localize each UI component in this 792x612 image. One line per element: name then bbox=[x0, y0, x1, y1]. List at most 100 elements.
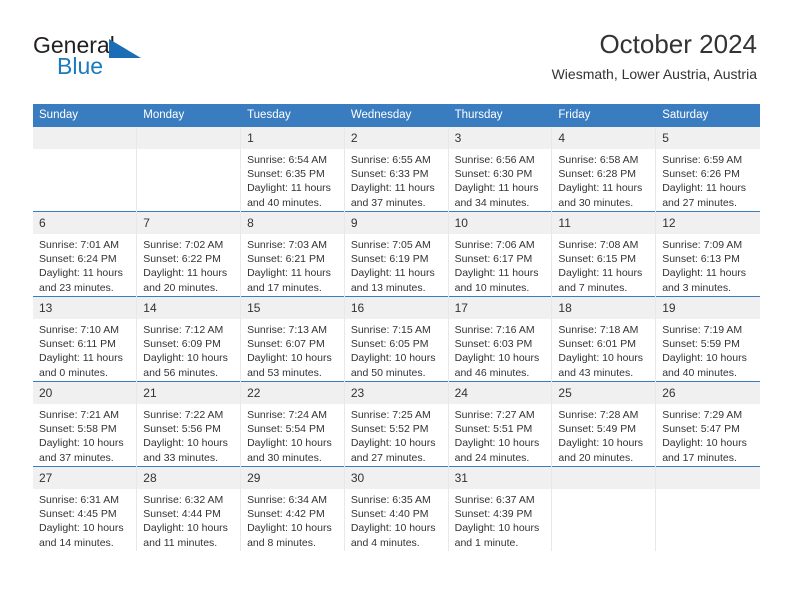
logo-text-blue: Blue bbox=[57, 53, 104, 79]
calendar-day-cell[interactable]: 13 Sunrise: 7:10 AM Sunset: 6:11 PM Dayligh… bbox=[33, 296, 138, 382]
calendar-day-cell[interactable]: 1 Sunrise: 6:54 AM Sunset: 6:35 PM Daylight… bbox=[240, 127, 345, 212]
day-details: Sunrise: 7:01 AM Sunset: 6:24 PM Daylight:… bbox=[33, 234, 136, 295]
calendar-day-cell[interactable]: 6 Sunrise: 7:01 AM Sunset: 6:24 PM Daylight… bbox=[33, 211, 138, 297]
sunrise-text: Sunrise: 6:34 AM bbox=[247, 494, 328, 506]
day-details: Sunrise: 7:24 AM Sunset: 5:54 PM Daylight:… bbox=[241, 404, 344, 465]
day-number: 17 bbox=[448, 297, 552, 319]
calendar-day-cell[interactable]: 22 Sunrise: 7:24 AM Sunset: 5:54 PM Dayligh… bbox=[240, 381, 345, 467]
calendar-week-row: 6 Sunrise: 7:01 AM Sunset: 6:24 PM Daylight… bbox=[33, 211, 760, 297]
calendar-day-cell[interactable]: 11 Sunrise: 7:08 AM Sunset: 6:15 PM Dayligh… bbox=[551, 211, 657, 297]
day-number: 31 bbox=[448, 467, 552, 489]
calendar-day-cell[interactable]: 14 Sunrise: 7:12 AM Sunset: 6:09 PM Dayligh… bbox=[136, 296, 242, 382]
day-number: 18 bbox=[552, 297, 656, 319]
sunset-text: Sunset: 6:09 PM bbox=[143, 338, 221, 351]
weekday-header-saturday: Saturday bbox=[655, 104, 760, 127]
sunset-text: Sunset: 4:45 PM bbox=[39, 508, 117, 521]
day-details: Sunrise: 7:15 AM Sunset: 6:05 PM Daylight:… bbox=[345, 319, 448, 380]
day-number: 22 bbox=[241, 382, 344, 404]
calendar-day-cell[interactable]: 26 Sunrise: 7:29 AM Sunset: 5:47 PM Dayligh… bbox=[655, 381, 760, 467]
daylight-text: Daylight: 10 hours and 24 minutes. bbox=[454, 437, 540, 464]
weekday-header-sunday: Sunday bbox=[33, 104, 138, 127]
calendar-day-cell[interactable]: 27 Sunrise: 6:31 AM Sunset: 4:45 PM Dayligh… bbox=[33, 466, 138, 551]
calendar-day-cell[interactable]: 12 Sunrise: 7:09 AM Sunset: 6:13 PM Dayligh… bbox=[655, 211, 760, 297]
day-number: 27 bbox=[33, 467, 137, 489]
calendar-day-cell[interactable]: 25 Sunrise: 7:28 AM Sunset: 5:49 PM Dayligh… bbox=[551, 381, 657, 467]
day-details: Sunrise: 7:10 AM Sunset: 6:11 PM Daylight:… bbox=[33, 319, 136, 380]
daylight-text: Daylight: 10 hours and 27 minutes. bbox=[350, 437, 436, 464]
calendar-day-cell[interactable]: 4 Sunrise: 6:58 AM Sunset: 6:28 PM Daylight… bbox=[551, 127, 657, 212]
day-details: Sunrise: 7:19 AM Sunset: 5:59 PM Daylight:… bbox=[656, 319, 759, 380]
calendar-day-cell-empty bbox=[33, 127, 138, 212]
weekday-header-row: Sunday Monday Tuesday Wednesday Thursday… bbox=[33, 104, 760, 127]
sunset-text: Sunset: 4:44 PM bbox=[143, 508, 221, 521]
sunset-text: Sunset: 6:21 PM bbox=[247, 253, 325, 266]
location-subtitle: Wiesmath, Lower Austria, Austria bbox=[551, 66, 757, 82]
calendar-day-cell[interactable]: 10 Sunrise: 7:06 AM Sunset: 6:17 PM Dayligh… bbox=[448, 211, 553, 297]
calendar-day-cell[interactable]: 20 Sunrise: 7:21 AM Sunset: 5:58 PM Dayligh… bbox=[33, 381, 138, 467]
daylight-text: Daylight: 10 hours and 4 minutes. bbox=[350, 522, 436, 549]
sunset-text: Sunset: 6:03 PM bbox=[454, 338, 533, 351]
day-details: Sunrise: 6:56 AM Sunset: 6:30 PM Daylight:… bbox=[449, 149, 552, 210]
sunset-text: Sunset: 6:11 PM bbox=[39, 338, 116, 351]
sunrise-text: Sunrise: 7:15 AM bbox=[350, 324, 431, 336]
logo-triangle-icon bbox=[109, 39, 141, 58]
day-details: Sunrise: 6:32 AM Sunset: 4:44 PM Daylight:… bbox=[137, 489, 240, 550]
calendar-day-cell[interactable]: 17 Sunrise: 7:16 AM Sunset: 6:03 PM Dayligh… bbox=[448, 296, 553, 382]
sunset-text: Sunset: 6:26 PM bbox=[662, 168, 740, 181]
calendar-day-cell[interactable]: 24 Sunrise: 7:27 AM Sunset: 5:51 PM Dayligh… bbox=[448, 381, 553, 467]
daylight-text: Daylight: 11 hours and 17 minutes. bbox=[247, 267, 331, 294]
sunrise-text: Sunrise: 6:59 AM bbox=[662, 154, 743, 166]
calendar-day-cell-empty bbox=[136, 127, 242, 212]
weekday-header-monday: Monday bbox=[136, 104, 242, 127]
calendar-body: 1 Sunrise: 6:54 AM Sunset: 6:35 PM Daylight… bbox=[33, 127, 760, 551]
calendar-day-cell[interactable]: 8 Sunrise: 7:03 AM Sunset: 6:21 PM Daylight… bbox=[240, 211, 345, 297]
calendar-day-cell[interactable]: 3 Sunrise: 6:56 AM Sunset: 6:30 PM Daylight… bbox=[448, 127, 553, 212]
sunset-text: Sunset: 6:30 PM bbox=[454, 168, 533, 181]
calendar-day-cell[interactable]: 2 Sunrise: 6:55 AM Sunset: 6:33 PM Daylight… bbox=[344, 127, 449, 212]
daylight-text: Daylight: 10 hours and 20 minutes. bbox=[558, 437, 644, 464]
day-number: 25 bbox=[552, 382, 656, 404]
sunset-text: Sunset: 6:19 PM bbox=[350, 253, 429, 266]
sunrise-text: Sunrise: 7:24 AM bbox=[247, 409, 328, 421]
calendar-day-cell-empty bbox=[655, 466, 760, 551]
title-block: October 2024 Wiesmath, Lower Austria, Au… bbox=[552, 28, 757, 84]
sunset-text: Sunset: 6:33 PM bbox=[350, 168, 429, 181]
sunrise-text: Sunrise: 7:10 AM bbox=[39, 324, 119, 336]
calendar-day-cell[interactable]: 18 Sunrise: 7:18 AM Sunset: 6:01 PM Dayligh… bbox=[551, 296, 657, 382]
calendar-day-cell[interactable]: 31 Sunrise: 6:37 AM Sunset: 4:39 PM Dayligh… bbox=[448, 466, 553, 551]
day-details: Sunrise: 7:22 AM Sunset: 5:56 PM Daylight:… bbox=[137, 404, 240, 465]
day-number: 2 bbox=[344, 127, 448, 149]
calendar-day-cell[interactable]: 29 Sunrise: 6:34 AM Sunset: 4:42 PM Dayligh… bbox=[240, 466, 345, 551]
day-details: Sunrise: 6:58 AM Sunset: 6:28 PM Daylight:… bbox=[552, 149, 655, 210]
day-number bbox=[552, 467, 656, 489]
calendar-day-cell[interactable]: 19 Sunrise: 7:19 AM Sunset: 5:59 PM Dayligh… bbox=[655, 296, 760, 382]
calendar-day-cell[interactable]: 23 Sunrise: 7:25 AM Sunset: 5:52 PM Dayligh… bbox=[344, 381, 449, 467]
day-details: Sunrise: 6:31 AM Sunset: 4:45 PM Daylight:… bbox=[33, 489, 136, 550]
sunrise-text: Sunrise: 7:02 AM bbox=[143, 239, 224, 251]
day-number: 14 bbox=[137, 297, 241, 319]
calendar-day-cell[interactable]: 16 Sunrise: 7:15 AM Sunset: 6:05 PM Dayligh… bbox=[344, 296, 449, 382]
sunrise-text: Sunrise: 6:32 AM bbox=[143, 494, 224, 506]
calendar-day-cell[interactable]: 15 Sunrise: 7:13 AM Sunset: 6:07 PM Dayligh… bbox=[240, 296, 345, 382]
calendar-day-cell[interactable]: 30 Sunrise: 6:35 AM Sunset: 4:40 PM Dayligh… bbox=[344, 466, 449, 551]
sunset-text: Sunset: 5:52 PM bbox=[350, 423, 429, 436]
calendar-day-cell[interactable]: 28 Sunrise: 6:32 AM Sunset: 4:44 PM Dayligh… bbox=[136, 466, 242, 551]
sunset-text: Sunset: 6:15 PM bbox=[558, 253, 637, 266]
calendar-day-cell[interactable]: 9 Sunrise: 7:05 AM Sunset: 6:19 PM Daylight… bbox=[344, 211, 449, 297]
sunset-text: Sunset: 6:13 PM bbox=[662, 253, 740, 266]
sunrise-text: Sunrise: 7:25 AM bbox=[350, 409, 431, 421]
sunset-text: Sunset: 6:07 PM bbox=[247, 338, 325, 351]
calendar-day-cell[interactable]: 7 Sunrise: 7:02 AM Sunset: 6:22 PM Daylight… bbox=[136, 211, 242, 297]
daylight-text: Daylight: 11 hours and 3 minutes. bbox=[662, 267, 747, 294]
sunset-text: Sunset: 6:24 PM bbox=[39, 253, 117, 266]
day-number: 19 bbox=[656, 297, 760, 319]
sunrise-text: Sunrise: 7:01 AM bbox=[39, 239, 119, 251]
daylight-text: Daylight: 11 hours and 0 minutes. bbox=[39, 352, 123, 379]
day-details: Sunrise: 7:21 AM Sunset: 5:58 PM Daylight:… bbox=[33, 404, 136, 465]
sunrise-text: Sunrise: 7:18 AM bbox=[558, 324, 639, 336]
general-blue-logo[interactable]: General Blue bbox=[33, 32, 233, 84]
sunrise-text: Sunrise: 7:13 AM bbox=[247, 324, 328, 336]
calendar-day-cell[interactable]: 21 Sunrise: 7:22 AM Sunset: 5:56 PM Dayligh… bbox=[136, 381, 242, 467]
calendar-day-cell[interactable]: 5 Sunrise: 6:59 AM Sunset: 6:26 PM Daylight… bbox=[655, 127, 760, 212]
day-details: Sunrise: 6:35 AM Sunset: 4:40 PM Daylight:… bbox=[345, 489, 448, 550]
